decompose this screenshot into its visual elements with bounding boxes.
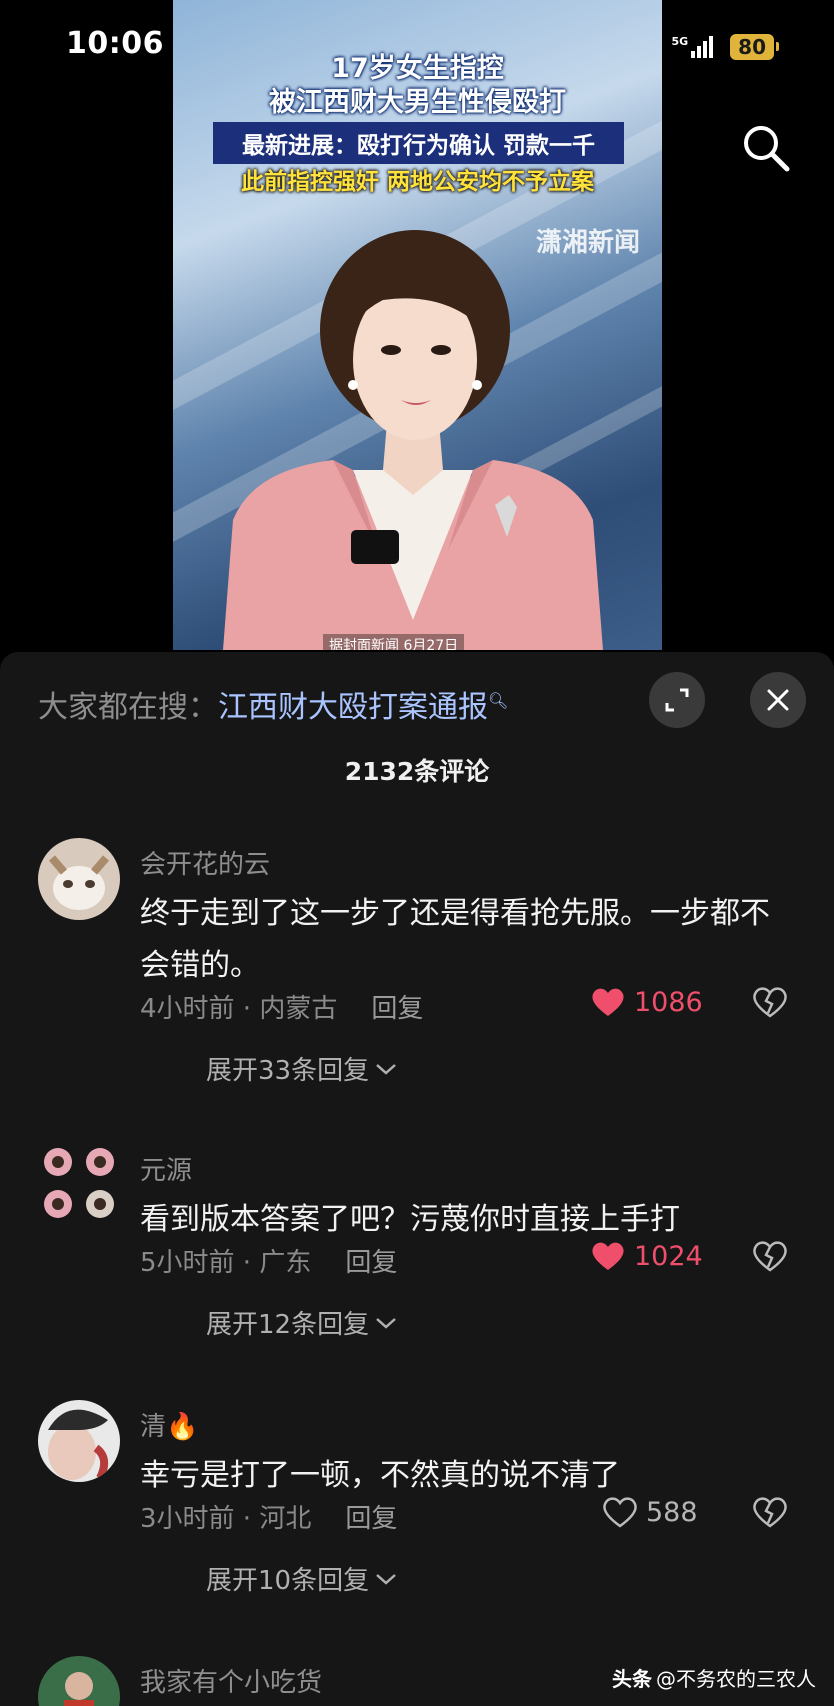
chevron-down-icon	[376, 1317, 396, 1329]
dislike-button[interactable]	[752, 1496, 788, 1532]
video-headline-highlight: 此前指控强奸 两地公安均不予立案	[240, 169, 594, 195]
author-handle: @不务农的三农人	[656, 1667, 816, 1691]
video-player[interactable]: 17岁女生指控 被江西财大男生性侵殴打 最新进展：殴打行为确认 罚款一千 此前指…	[173, 0, 662, 650]
expand-replies-button[interactable]: 展开33条回复	[206, 1050, 397, 1087]
comment-text: 看到版本答案了吧？污蔑你时直接上手打	[140, 1202, 680, 1237]
trending-search-prefix: 大家都在搜：	[38, 690, 218, 725]
source-credit: 头条 @不务农的三农人	[612, 1663, 816, 1692]
expand-replies-label: 展开33条回复	[206, 1056, 370, 1086]
dislike-button[interactable]	[752, 986, 788, 1022]
like-count: 1086	[634, 986, 703, 1018]
comment-username[interactable]: 我家有个小吃货	[140, 1662, 322, 1699]
cellular-signal-icon-2: 5G	[671, 35, 714, 59]
expand-replies-label: 展开12条回复	[206, 1310, 370, 1340]
video-headline: 被江西财大男生性侵殴打	[269, 87, 566, 118]
like-count: 1024	[634, 1240, 703, 1272]
comment-item: 元源 看到版本答案了吧？污蔑你时直接上手打 5小时前 · 广东 回复 1024 展…	[0, 1144, 834, 1344]
avatar[interactable]	[38, 838, 120, 920]
video-headline-banner: 最新进展：殴打行为确认 罚款一千	[213, 122, 624, 164]
battery-icon: 80	[730, 34, 779, 60]
expand-replies-label: 展开10条回复	[206, 1566, 370, 1596]
comments-sheet: 大家都在搜：江西财大殴打案通报🔍︎ 2132条评论 会开花的云 终于走到了这一步…	[0, 652, 834, 1706]
network-label: 5G	[671, 35, 689, 48]
close-button[interactable]	[750, 672, 806, 728]
search-icon	[744, 126, 790, 172]
comment-item: 会开花的云 终于走到了这一步了还是得看抢先服。一步都不会错的。 4小时前 · 内…	[0, 838, 834, 1086]
reply-button[interactable]: 回复	[345, 1504, 397, 1534]
small-search-icon: 🔍︎	[488, 691, 509, 710]
avatar[interactable]	[38, 1656, 120, 1706]
broken-heart-icon	[753, 1241, 787, 1272]
status-time: 10:06	[66, 26, 164, 61]
reply-button[interactable]: 回复	[345, 1248, 397, 1278]
video-caption: 据封面新闻 6月27日	[323, 634, 465, 650]
avatar[interactable]	[38, 1144, 120, 1226]
comment-meta: 4小时前 · 内蒙古 回复	[140, 988, 423, 1025]
comment-username[interactable]: 元源	[140, 1150, 192, 1187]
like-button[interactable]: 1086	[590, 986, 703, 1018]
like-button[interactable]: 1024	[590, 1240, 703, 1272]
dislike-button[interactable]	[752, 1240, 788, 1276]
avatar[interactable]	[38, 1400, 120, 1482]
expand-replies-button[interactable]: 展开10条回复	[206, 1560, 397, 1597]
heart-filled-icon	[592, 988, 624, 1016]
expand-button[interactable]	[649, 672, 705, 728]
comment-time-location: 5小时前 · 广东	[140, 1248, 312, 1278]
chevron-down-icon	[376, 1063, 396, 1075]
comment-meta: 5小时前 · 广东 回复	[140, 1242, 397, 1279]
trending-search[interactable]: 大家都在搜：江西财大殴打案通报🔍︎	[38, 682, 508, 726]
comment-count: 2132条评论	[344, 757, 490, 786]
broken-heart-icon	[753, 987, 787, 1018]
comment-text: 终于走到了这一步了还是得看抢先服。一步都不会错的。	[140, 896, 770, 983]
trending-search-keyword[interactable]: 江西财大殴打案通报	[218, 690, 488, 725]
comment-username[interactable]: 会开花的云	[140, 844, 270, 881]
comment-time-location: 3小时前 · 河北	[140, 1504, 312, 1534]
comment-time-location: 4小时前 · 内蒙古	[140, 994, 338, 1024]
news-anchor-image	[223, 230, 603, 650]
expand-replies-button[interactable]: 展开12条回复	[206, 1304, 397, 1341]
comment-text: 幸亏是打了一顿，不然真的说不清了	[140, 1458, 620, 1493]
close-icon	[767, 689, 789, 711]
heart-filled-icon	[592, 1242, 624, 1270]
expand-icon	[665, 688, 689, 712]
like-button[interactable]: 588	[602, 1496, 698, 1528]
like-count: 588	[646, 1496, 698, 1528]
brand-label: 头条	[612, 1667, 652, 1691]
chevron-down-icon	[376, 1573, 396, 1585]
comment-meta: 3小时前 · 河北 回复	[140, 1498, 397, 1535]
broken-heart-icon	[753, 1497, 787, 1528]
comment-username[interactable]: 清🔥	[140, 1406, 198, 1443]
channel-watermark: 潇湘新闻	[535, 228, 640, 258]
comment-item: 清🔥 幸亏是打了一顿，不然真的说不清了 3小时前 · 河北 回复 588 展开10…	[0, 1400, 834, 1600]
search-button[interactable]	[736, 118, 796, 178]
reply-button[interactable]: 回复	[371, 994, 423, 1024]
heart-outline-icon	[603, 1497, 637, 1528]
